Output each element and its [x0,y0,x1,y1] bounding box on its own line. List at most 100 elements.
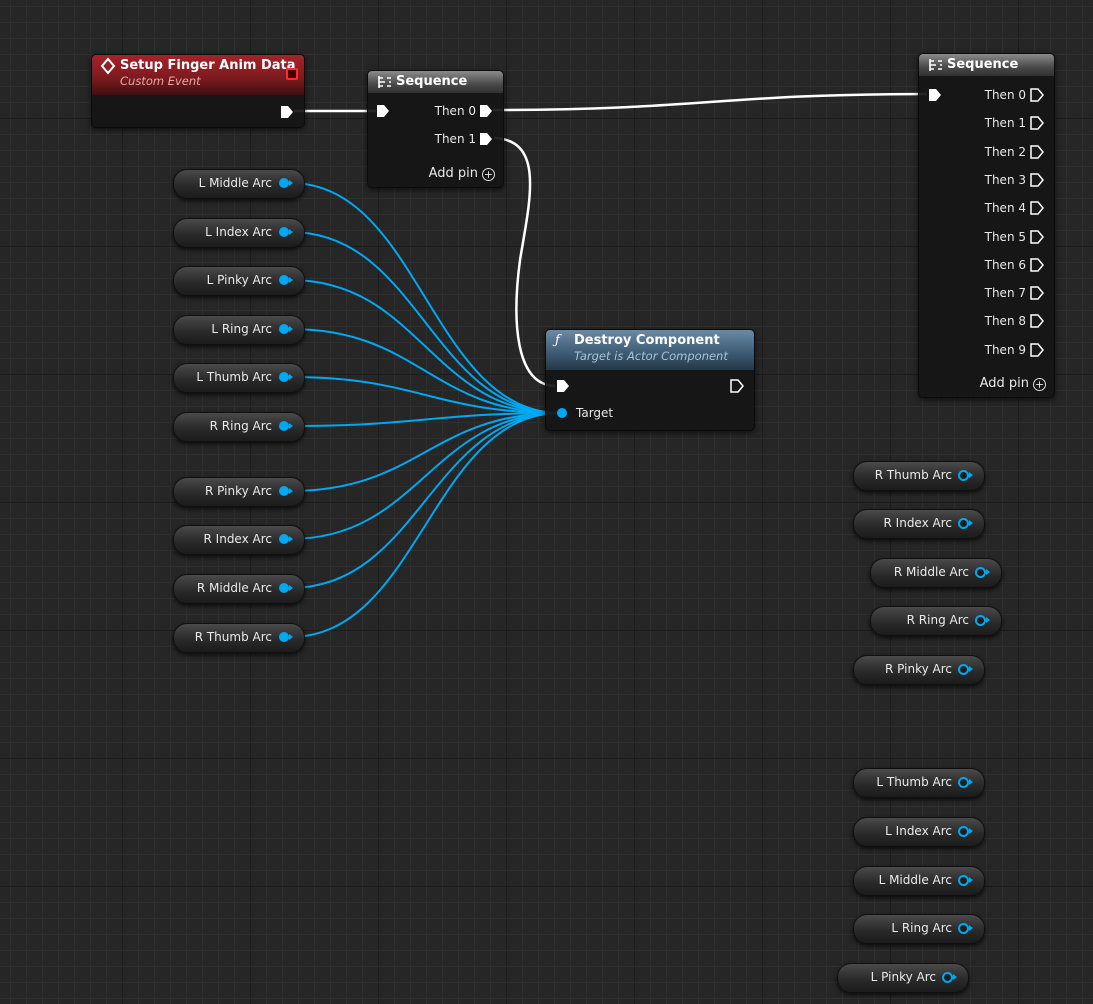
pin-arrow-icon [289,585,293,591]
variable-node[interactable]: L Middle Arc [173,169,305,199]
add-pin-label: Add pin [979,376,1029,391]
sequence-2-exec-in-pin[interactable] [928,88,942,102]
pin-arrow-icon [289,326,293,332]
object-pin[interactable] [279,421,289,431]
object-pin[interactable] [958,664,969,675]
object-pin[interactable] [279,534,289,544]
event-header: Setup Finger Anim Data Custom Event [92,55,304,95]
sequence-2-then-0-label: Then 0 [984,88,1026,102]
destroy-component-subtitle: Target is Actor Component [574,349,728,363]
sequence-2-then-2-label: Then 2 [984,144,1026,159]
object-pin[interactable] [279,275,289,285]
variable-node[interactable]: R Index Arc [853,509,985,539]
sequence-2-then-7-pin[interactable] [1030,286,1044,300]
object-pin[interactable] [958,470,969,481]
pin-arrow-icon [289,536,293,542]
diamond-event-icon [100,55,116,85]
object-pin[interactable] [279,227,289,237]
destroy-target-pin[interactable] [557,408,567,418]
object-wires [289,182,562,638]
object-pin[interactable] [279,324,289,334]
object-wire-9 [289,412,562,638]
event-subtitle: Custom Event [120,74,201,88]
variable-label: L Ring Arc [891,921,952,935]
sequence-2-then-4-pin[interactable] [1030,201,1044,215]
pin-arrow-icon [969,877,973,883]
variable-node[interactable]: R Ring Arc [173,412,305,442]
pin-arrow-icon [289,180,293,186]
variable-label: R Thumb Arc [874,468,952,482]
object-pin[interactable] [279,583,289,593]
sequence-icon [377,71,393,101]
variable-node[interactable]: R Middle Arc [173,574,305,604]
custom-event-node[interactable]: Setup Finger Anim Data Custom Event [91,54,305,128]
sequence-2-then-5-pin[interactable] [1030,229,1044,244]
add-pin-label: Add pin [428,166,478,181]
variable-node[interactable]: R Pinky Arc [173,477,305,507]
destroy-component-node[interactable]: ƒ Destroy Component Target is Actor Comp… [545,329,755,431]
sequence-1-add-pin-button[interactable]: Add pin + [429,166,495,182]
variable-node[interactable]: R Thumb Arc [173,623,305,653]
variable-node[interactable]: L Pinky Arc [173,266,305,296]
variable-node[interactable]: R Index Arc [173,525,305,555]
sequence-2-then-9-label: Then 9 [984,342,1026,357]
variable-label: R Index Arc [883,516,952,530]
object-pin[interactable] [958,518,969,529]
variable-label: L Pinky Arc [870,970,936,984]
destroy-exec-in-pin[interactable] [556,379,570,393]
variable-label: R Index Arc [203,532,272,546]
object-pin[interactable] [279,486,289,496]
variable-node[interactable]: L Middle Arc [853,866,985,896]
object-pin[interactable] [975,567,986,578]
variable-node[interactable]: L Ring Arc [853,914,985,944]
variable-label: L Ring Arc [211,322,272,336]
object-pin[interactable] [975,615,986,626]
sequence-1-then-0-pin[interactable] [479,104,493,118]
sequence-1-exec-in-pin[interactable] [376,104,390,118]
object-pin[interactable] [958,875,969,886]
sequence-2-then-3-pin[interactable] [1030,173,1044,187]
variable-node[interactable]: L Ring Arc [173,315,305,345]
event-title: Setup Finger Anim Data [120,58,296,73]
variable-node[interactable]: L Thumb Arc [173,363,305,393]
sequence-2-then-2-pin[interactable] [1030,144,1044,159]
variable-node[interactable]: L Pinky Arc [837,963,969,993]
variable-node[interactable]: R Thumb Arc [853,461,985,491]
sequence-node-2[interactable]: Sequence Then 0 Then 1 Then 2 Then 3 Then 4 T… [918,53,1055,398]
variable-node[interactable]: R Ring Arc [870,606,1002,636]
event-exec-out-pin[interactable] [280,105,294,119]
sequence-1-header: Sequence [368,71,503,93]
sequence-2-then-0-pin[interactable] [1030,88,1044,102]
variable-node[interactable]: R Middle Arc [870,558,1002,588]
destroy-exec-out-pin[interactable] [730,379,744,393]
variable-label: L Pinky Arc [206,273,272,287]
object-pin[interactable] [958,826,969,837]
object-pin[interactable] [958,777,969,788]
object-pin[interactable] [958,923,969,934]
sequence-2-then-6-label: Then 6 [984,257,1026,272]
variable-node[interactable]: L Index Arc [173,218,305,248]
sequence-2-then-8-pin[interactable] [1030,314,1044,329]
pin-arrow-icon [289,277,293,283]
sequence-1-then-1-pin[interactable] [479,132,493,146]
object-pin[interactable] [279,632,289,642]
variable-label: L Middle Arc [878,873,952,887]
variable-label: L Middle Arc [198,176,272,190]
object-pin[interactable] [942,972,953,983]
variable-node[interactable]: L Thumb Arc [853,768,985,798]
object-pin[interactable] [279,372,289,382]
sequence-2-then-9-pin[interactable] [1030,342,1044,357]
sequence-node-1[interactable]: Sequence Then 0 Then 1 Add pin + [367,70,504,188]
pin-arrow-icon [289,374,293,380]
sequence-2-add-pin-button[interactable]: Add pin + [980,376,1046,392]
sequence-2-then-6-pin[interactable] [1030,258,1044,272]
sequence-2-then-5-label: Then 5 [984,229,1026,244]
variable-node[interactable]: L Index Arc [853,817,985,847]
variable-node[interactable]: R Pinky Arc [853,655,985,685]
variable-label: R Middle Arc [196,581,272,595]
plus-icon: + [482,168,495,181]
object-pin[interactable] [279,178,289,188]
sequence-2-then-1-pin[interactable] [1030,116,1044,131]
sequence-2-then-1-label: Then 1 [984,116,1026,131]
variable-label: R Middle Arc [893,565,969,579]
